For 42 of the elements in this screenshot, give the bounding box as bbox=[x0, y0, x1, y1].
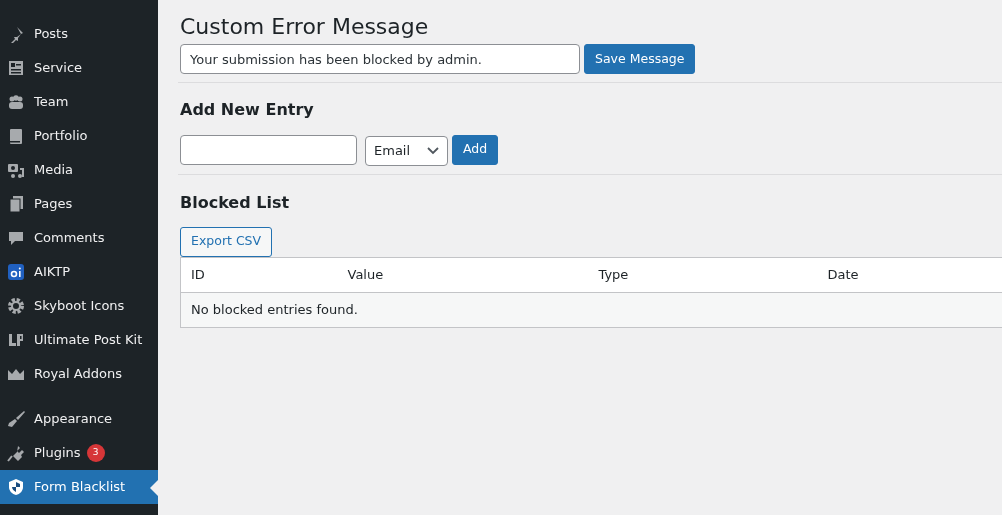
plug-icon bbox=[7, 444, 25, 462]
id-card-icon bbox=[7, 59, 25, 77]
paintbrush-icon bbox=[7, 410, 25, 428]
shield-icon bbox=[7, 478, 25, 496]
save-button[interactable]: Save Message bbox=[584, 44, 696, 75]
sidebar-item[interactable]: Portfolio bbox=[0, 119, 158, 153]
type-select[interactable]: Email bbox=[365, 135, 448, 166]
up-logo-icon bbox=[7, 331, 25, 349]
sidebar-item[interactable]: Ultimate Post Kit bbox=[0, 323, 158, 357]
message-field[interactable]: Your submission has been blocked by admin. bbox=[180, 44, 580, 75]
sidebar-item[interactable]: AIKTP bbox=[0, 255, 158, 289]
sidebar-item[interactable]: Posts bbox=[0, 17, 158, 51]
sidebar-item[interactable]: Comments bbox=[0, 221, 158, 255]
sidebar-item[interactable]: Plugins 3 bbox=[0, 436, 158, 470]
chevron-icon bbox=[427, 146, 439, 155]
section-heading: Add New Entry bbox=[180, 100, 315, 120]
media-icon bbox=[7, 161, 25, 179]
book-icon bbox=[7, 127, 25, 145]
ai-logo-icon bbox=[7, 263, 25, 281]
pages-icon bbox=[7, 195, 25, 213]
column-header: Value bbox=[337, 257, 589, 293]
empty-message: No blocked entries found. bbox=[180, 292, 1002, 328]
add-button[interactable]: Add bbox=[452, 134, 499, 165]
speech-bubble-icon bbox=[7, 229, 25, 247]
sidebar-item[interactable]: Media bbox=[0, 153, 158, 187]
entry-field[interactable] bbox=[180, 134, 357, 165]
section-heading: Blocked List bbox=[180, 192, 291, 212]
sidebar-item[interactable]: Royal Addons bbox=[0, 357, 158, 391]
sidebar-item[interactable]: Skyboot Icons bbox=[0, 289, 158, 323]
sidebar-item[interactable]: Form Blacklist bbox=[0, 470, 158, 504]
count-badge: 3 bbox=[86, 444, 105, 462]
people-icon bbox=[7, 93, 25, 111]
column-header: Type bbox=[588, 257, 818, 293]
page-title: Custom Error Message bbox=[180, 14, 430, 41]
sidebar-item[interactable]: Pages bbox=[0, 187, 158, 221]
gear-icon bbox=[7, 297, 25, 315]
column-header: ID bbox=[180, 257, 338, 293]
sidebar-item[interactable]: Appearance bbox=[0, 402, 158, 436]
sidebar-item[interactable]: Service bbox=[0, 51, 158, 85]
sidebar-item[interactable]: Team bbox=[0, 85, 158, 119]
column-header: Date bbox=[817, 257, 1002, 293]
export-button[interactable]: Export CSV bbox=[180, 226, 273, 257]
